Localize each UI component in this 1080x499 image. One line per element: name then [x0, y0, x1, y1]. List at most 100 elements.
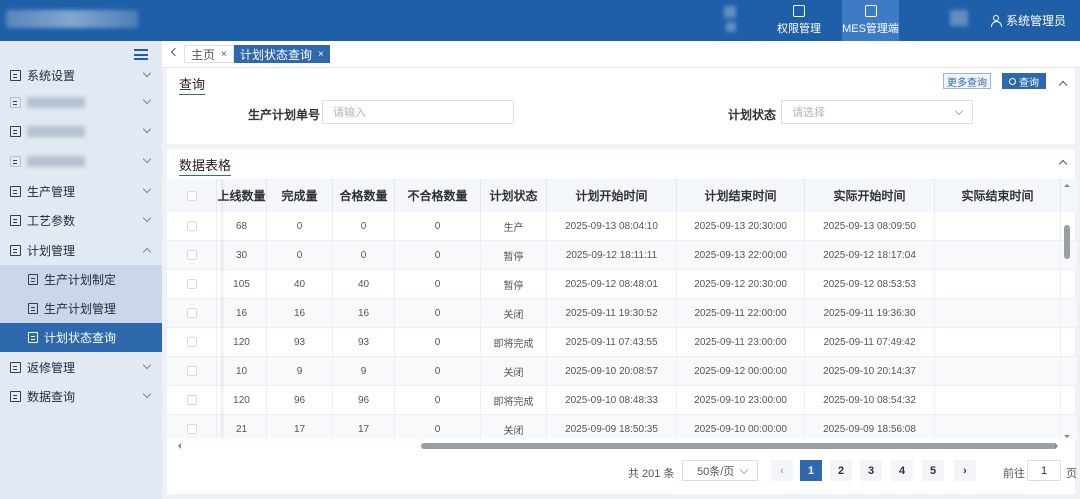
page-button[interactable]: 1 [800, 460, 822, 481]
table-cell: 10 [217, 357, 267, 385]
table-row[interactable]: 30 0 0 0 暂停 2025-09-12 18:11:11 2025-09-13 22:… [167, 241, 1077, 270]
more-query-button[interactable]: 更多查询 [943, 73, 991, 89]
process-icon [10, 215, 21, 226]
table-cell: 30 [217, 241, 267, 269]
column-header[interactable]: 合格数量 [333, 179, 395, 212]
table-cell: 关闭 [481, 357, 547, 385]
blurred-label [27, 126, 85, 137]
table-row[interactable]: 120 93 93 0 即将完成 2025-09-11 07:43:55 2025-09-1… [167, 328, 1077, 357]
prev-page-button[interactable]: ‹ [771, 460, 793, 481]
table-cell: 2025-09-10 20:08:57 [547, 357, 677, 385]
vertical-scrollbar[interactable] [1064, 184, 1070, 438]
table-row[interactable]: 10 9 9 0 关闭 2025-09-10 20:08:57 2025-09-12 00:… [167, 357, 1077, 386]
table-cell: 即将完成 [481, 328, 547, 356]
page-button[interactable]: 4 [891, 460, 913, 481]
repair-icon [10, 362, 21, 373]
table-row[interactable]: 68 0 0 0 生产 2025-09-13 08:04:10 2025-09-13 20:… [167, 212, 1077, 241]
sidebar-item-repair[interactable]: 返修管理 [0, 353, 162, 382]
document-icon [28, 332, 38, 343]
chevron-down-icon [739, 465, 749, 475]
page-button[interactable]: 2 [830, 460, 852, 481]
tab-plan-status[interactable]: 计划状态查询 × [234, 45, 330, 63]
column-header[interactable]: 实际结束时间 [935, 179, 1061, 212]
sidebar-subitem-plan-create[interactable]: 生产计划制定 [0, 265, 162, 294]
page-button[interactable]: 3 [860, 460, 882, 481]
collapse-table-icon[interactable] [1058, 159, 1068, 169]
goto-page-input[interactable]: 1 [1027, 460, 1061, 481]
column-header[interactable]: 计划开始时间 [547, 179, 677, 212]
table-cell: 93 [333, 328, 395, 356]
close-icon[interactable]: × [318, 49, 324, 60]
page-size-value: 50条/页 [697, 465, 735, 478]
table-cell: 0 [333, 241, 395, 269]
scroll-left-icon[interactable] [175, 443, 181, 449]
settings-icon [10, 70, 21, 81]
nav-mes-label: MES管理端 [842, 23, 899, 35]
table-cell: 2025-09-13 08:04:10 [547, 212, 677, 240]
column-header[interactable]: 不合格数量 [395, 179, 481, 212]
scroll-right-icon[interactable] [1055, 443, 1061, 449]
table-cell: 2025-09-12 18:17:04 [805, 241, 935, 269]
table-row[interactable]: 21 17 17 0 关闭 2025-09-09 18:50:35 2025-09-10 0… [167, 415, 1077, 439]
column-header[interactable]: 计划结束时间 [677, 179, 805, 212]
page-size-select[interactable]: 50条/页 [682, 460, 758, 481]
vertical-scroll-thumb[interactable] [1064, 225, 1070, 259]
table-cell: 2025-09-10 08:54:32 [805, 386, 935, 414]
collapse-query-icon[interactable] [1058, 80, 1068, 90]
table-cell: 2025-09-13 22:00:00 [677, 241, 805, 269]
nav-mes[interactable]: MES管理端 [842, 0, 899, 41]
sidebar-item-process[interactable]: 工艺参数 [0, 206, 162, 235]
table-cell: 2025-09-10 20:14:37 [805, 357, 935, 385]
plan-no-input[interactable]: 请输入 [322, 100, 514, 124]
menu-icon [10, 126, 21, 137]
sidebar-item-label: 生产管理 [27, 185, 76, 199]
horizontal-scrollbar[interactable] [175, 442, 1065, 450]
sidebar-item-blurred[interactable] [0, 117, 162, 146]
sidebar-item-production[interactable]: 生产管理 [0, 177, 162, 206]
table-cell [935, 357, 1061, 385]
table-cell: 17 [267, 415, 333, 439]
column-header[interactable]: 计划状态 [481, 179, 547, 212]
table-cell: 2025-09-11 19:36:30 [805, 299, 935, 327]
user-menu[interactable]: 系统管理员 [990, 12, 1066, 29]
next-page-button[interactable]: › [954, 460, 976, 481]
sidebar-item-plan[interactable]: 计划管理 [0, 236, 162, 265]
page-suffix: 页 [1066, 468, 1077, 480]
table-cell: 17 [333, 415, 395, 439]
sidebar-subitem-plan-manage[interactable]: 生产计划管理 [0, 294, 162, 323]
close-icon[interactable]: × [221, 49, 227, 60]
nav-permissions[interactable]: 权限管理 [772, 0, 826, 41]
table-cell: 2025-09-12 00:00:00 [677, 357, 805, 385]
chevron-down-icon [142, 124, 152, 134]
query-button[interactable]: 查询 [1002, 73, 1046, 89]
sidebar-item-system[interactable]: 系统设置 [0, 61, 162, 90]
table-cell: 0 [395, 241, 481, 269]
sidebar-item-blurred[interactable] [0, 88, 162, 117]
tab-home[interactable]: 主页 × [184, 45, 234, 63]
table-cell: 0 [267, 241, 333, 269]
column-header[interactable]: 完成量 [267, 179, 333, 212]
table-row[interactable]: 120 96 96 0 即将完成 2025-09-10 08:48:33 2025-09-1… [167, 386, 1077, 415]
column-header[interactable]: 实际开始时间 [805, 179, 935, 212]
column-header[interactable]: 上线数量 [217, 179, 267, 212]
table-row[interactable]: 105 40 40 0 暂停 2025-09-12 08:48:01 2025-09-12 … [167, 270, 1077, 299]
sidebar-subitem-plan-status[interactable]: 计划状态查询 [0, 323, 162, 352]
goto-label: 前往 [1003, 468, 1025, 480]
scroll-down-icon[interactable] [1064, 435, 1070, 441]
table-row[interactable]: 16 16 16 0 关闭 2025-09-11 19:30:52 2025-09-11 2… [167, 299, 1077, 328]
page-button[interactable]: 5 [922, 460, 944, 481]
horizontal-scroll-thumb[interactable] [421, 443, 1057, 449]
sidebar-item-data-query[interactable]: 数据查询 [0, 382, 162, 411]
status-placeholder: 请选择 [792, 107, 825, 119]
total-count: 共 201 条 [628, 468, 675, 480]
scroll-up-icon[interactable] [1064, 181, 1070, 187]
table-cell: 0 [395, 386, 481, 414]
sidebar-item-blurred[interactable] [0, 147, 162, 176]
chevron-left-icon[interactable] [170, 47, 180, 57]
table-cell: 0 [267, 212, 333, 240]
data-icon [10, 391, 21, 402]
menu-icon [10, 97, 21, 108]
status-select[interactable]: 请选择 [781, 100, 973, 124]
sidebar-item-label: 工艺参数 [27, 214, 76, 228]
menu-collapse-icon[interactable] [134, 49, 148, 60]
